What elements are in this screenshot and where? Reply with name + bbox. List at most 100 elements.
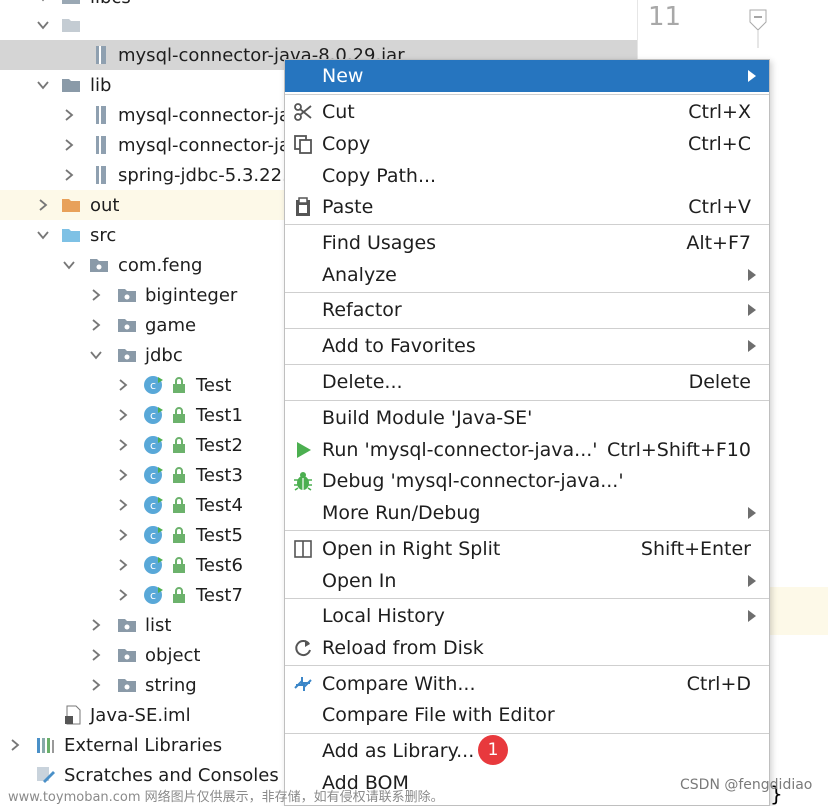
menu-item-add-as-library[interactable]: Add as Library... bbox=[285, 735, 769, 767]
lock-icon bbox=[168, 554, 190, 576]
menu-item-new[interactable]: New bbox=[285, 60, 769, 92]
tree-label: Test3 bbox=[196, 464, 243, 486]
tree-label: Test5 bbox=[196, 524, 243, 546]
menu-label: Add as Library... bbox=[322, 740, 475, 762]
chevron-down-icon[interactable] bbox=[36, 0, 50, 4]
chevron-down-icon[interactable] bbox=[36, 228, 50, 242]
chevron-right-icon[interactable] bbox=[116, 378, 130, 392]
menu-item-compare-file-with-editor[interactable]: Compare File with Editor bbox=[285, 699, 769, 731]
package-icon bbox=[116, 644, 138, 666]
svg-text:c: c bbox=[150, 439, 156, 452]
menu-label: Open In bbox=[322, 570, 397, 592]
menu-label: Reload from Disk bbox=[322, 637, 484, 659]
menu-item-run[interactable]: Run 'mysql-connector-java...' Ctrl+Shift… bbox=[285, 434, 769, 466]
menu-item-more-run-debug[interactable]: More Run/Debug bbox=[285, 497, 769, 529]
package-icon bbox=[116, 344, 138, 366]
menu-item-add-to-favorites[interactable]: Add to Favorites bbox=[285, 330, 769, 362]
chevron-right-icon[interactable] bbox=[62, 108, 76, 122]
lock-icon bbox=[168, 524, 190, 546]
menu-item-find-usages[interactable]: Find Usages Alt+F7 bbox=[285, 227, 769, 259]
menu-item-reload-from-disk[interactable]: Reload from Disk bbox=[285, 632, 769, 664]
menu-item-delete[interactable]: Delete... Delete bbox=[285, 366, 769, 398]
chevron-right-icon[interactable] bbox=[89, 318, 103, 332]
chevron-right-icon[interactable] bbox=[62, 138, 76, 152]
chevron-right-icon[interactable] bbox=[116, 498, 130, 512]
chevron-down-icon[interactable] bbox=[36, 18, 50, 32]
tree-label: biginteger bbox=[145, 284, 238, 306]
menu-item-analyze[interactable]: Analyze bbox=[285, 259, 769, 291]
menu-separator bbox=[285, 733, 769, 734]
submenu-arrow-icon bbox=[748, 304, 756, 316]
watermark-left: www.toymoban.com 网络图片仅供展示，非存储，如有侵权请联系删除。 bbox=[8, 790, 444, 805]
tree-label: External Libraries bbox=[64, 734, 223, 756]
menu-separator bbox=[285, 530, 769, 531]
menu-label: Local History bbox=[322, 605, 445, 627]
tree-label: lib bbox=[90, 74, 112, 96]
menu-item-copy[interactable]: Copy Ctrl+C bbox=[285, 128, 769, 160]
java-class-icon: c bbox=[143, 464, 165, 486]
menu-shortcut: Ctrl+C bbox=[688, 133, 751, 155]
chevron-right-icon[interactable] bbox=[89, 678, 103, 692]
module-file-icon bbox=[62, 704, 84, 726]
chevron-right-icon[interactable] bbox=[89, 288, 103, 302]
chevron-right-icon[interactable] bbox=[89, 648, 103, 662]
copy-icon bbox=[292, 133, 314, 155]
run-icon bbox=[292, 439, 314, 461]
scratches-icon bbox=[34, 764, 56, 786]
chevron-right-icon[interactable] bbox=[116, 528, 130, 542]
menu-item-debug[interactable]: Debug 'mysql-connector-java...' bbox=[285, 465, 769, 497]
menu-item-open-right-split[interactable]: Open in Right Split Shift+Enter bbox=[285, 533, 769, 565]
menu-item-copy-path[interactable]: Copy Path... bbox=[285, 160, 769, 192]
fold-marker-icon[interactable] bbox=[748, 8, 768, 52]
svg-text:c: c bbox=[150, 499, 156, 512]
chevron-right-icon[interactable] bbox=[116, 588, 130, 602]
chevron-down-icon[interactable] bbox=[36, 78, 50, 92]
tree-label: mysql-connector-ja bbox=[118, 104, 291, 126]
package-icon bbox=[116, 284, 138, 306]
menu-label: Compare With... bbox=[322, 673, 476, 695]
menu-item-cut[interactable]: Cut Ctrl+X bbox=[285, 96, 769, 128]
chevron-right-icon[interactable] bbox=[116, 558, 130, 572]
chevron-right-icon[interactable] bbox=[62, 168, 76, 182]
java-class-icon: c bbox=[143, 554, 165, 576]
menu-separator bbox=[285, 292, 769, 293]
tree-label: Test2 bbox=[196, 434, 243, 456]
chevron-down-icon[interactable] bbox=[62, 258, 76, 272]
submenu-arrow-icon bbox=[748, 610, 756, 622]
tree-label: string bbox=[145, 674, 197, 696]
menu-item-compare-with[interactable]: Compare With... Ctrl+D bbox=[285, 668, 769, 700]
java-class-icon: c bbox=[143, 524, 165, 546]
chevron-right-icon[interactable] bbox=[89, 618, 103, 632]
lock-icon bbox=[168, 374, 190, 396]
menu-separator bbox=[285, 598, 769, 599]
chevron-right-icon[interactable] bbox=[8, 738, 22, 752]
menu-separator bbox=[285, 665, 769, 666]
tree-row-folder[interactable] bbox=[0, 10, 640, 40]
lock-icon bbox=[168, 584, 190, 606]
line-number: 11 bbox=[648, 2, 682, 32]
package-icon bbox=[116, 674, 138, 696]
menu-item-refactor[interactable]: Refactor bbox=[285, 294, 769, 326]
menu-item-local-history[interactable]: Local History bbox=[285, 600, 769, 632]
menu-label: Delete... bbox=[322, 371, 403, 393]
menu-item-open-in[interactable]: Open In bbox=[285, 565, 769, 597]
tree-label: src bbox=[90, 224, 117, 246]
tree-label: game bbox=[145, 314, 197, 336]
tree-label: Test7 bbox=[196, 584, 243, 606]
svg-text:c: c bbox=[150, 529, 156, 542]
tree-label: spring-jdbc-5.3.22. bbox=[118, 164, 288, 186]
svg-text:c: c bbox=[150, 379, 156, 392]
chevron-right-icon[interactable] bbox=[116, 408, 130, 422]
chevron-right-icon[interactable] bbox=[116, 438, 130, 452]
chevron-right-icon[interactable] bbox=[116, 468, 130, 482]
lock-icon bbox=[168, 404, 190, 426]
menu-item-paste[interactable]: Paste Ctrl+V bbox=[285, 191, 769, 223]
java-class-icon: c bbox=[143, 374, 165, 396]
chevron-down-icon[interactable] bbox=[89, 348, 103, 362]
chevron-right-icon[interactable] bbox=[36, 198, 50, 212]
jar-icon bbox=[90, 104, 112, 126]
menu-label: Run 'mysql-connector-java...' bbox=[322, 439, 598, 461]
tree-label: object bbox=[145, 644, 201, 666]
menu-item-build-module[interactable]: Build Module 'Java-SE' bbox=[285, 402, 769, 434]
menu-label: Paste bbox=[322, 196, 374, 218]
